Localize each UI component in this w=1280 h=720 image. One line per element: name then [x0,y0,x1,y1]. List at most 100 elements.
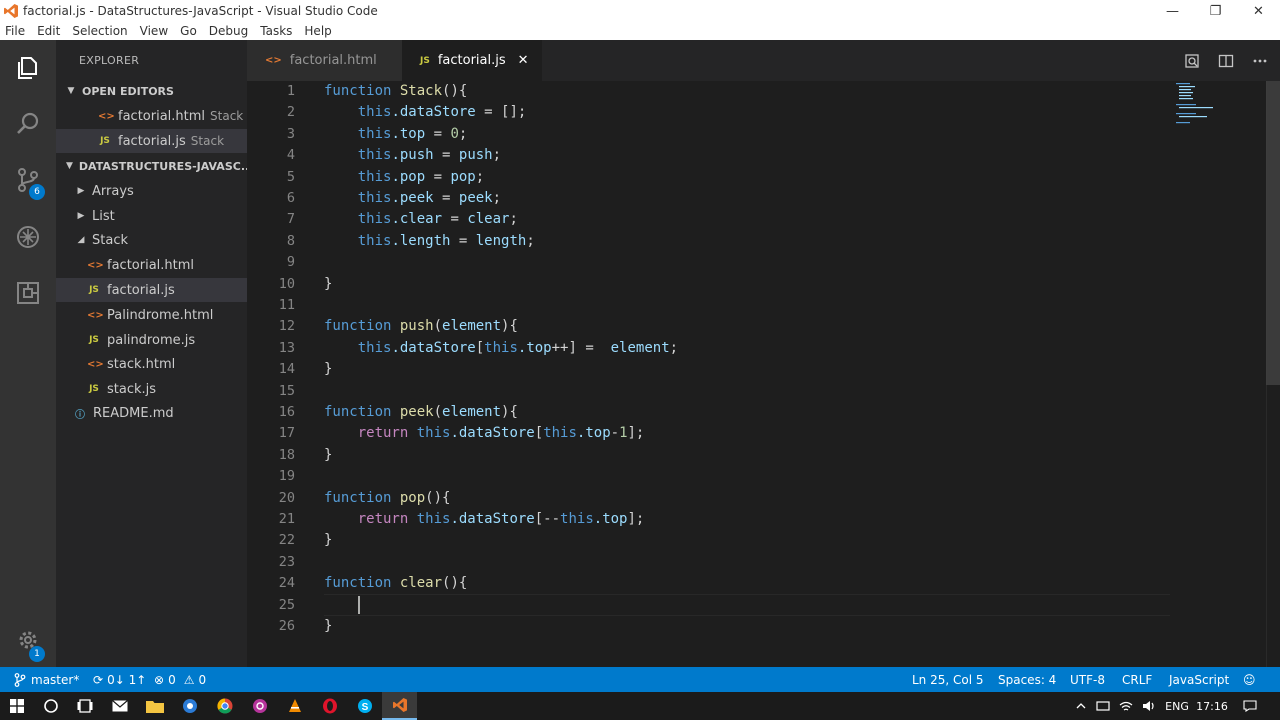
parameter: element [442,404,502,420]
search-activity[interactable] [0,100,56,148]
open-editor-name: factorial.html [118,108,206,124]
code-editor[interactable]: 1 function Stack(){ 2 this.dataStore = []… [247,81,1266,667]
property: .clear [391,211,443,228]
operator: = [442,211,468,228]
open-editors-section[interactable]: ▼ OPEN EDITORS [56,79,247,103]
extensions-activity[interactable] [0,269,56,317]
line-number: 2 [286,104,295,121]
scrollbar-thumb[interactable] [1266,81,1280,385]
language-status[interactable]: JavaScript [1169,667,1229,692]
operator: - [610,425,620,442]
cortana-icon[interactable] [34,692,68,720]
code-line: 21 return this.dataStore[--this.top]; [247,509,1266,530]
open-preview-icon[interactable] [1184,53,1200,69]
menu-help[interactable]: Help [298,24,337,38]
vlc-icon[interactable] [277,692,312,720]
tree-file-readme[interactable]: ⓘ README.md [56,401,247,425]
chrome-icon[interactable] [207,692,242,720]
debug-activity[interactable] [0,213,56,261]
workspace-section[interactable]: ▼ DATASTRUCTURES-JAVASC... [56,154,247,178]
menu-selection[interactable]: Selection [66,24,133,38]
menu-view[interactable]: View [134,24,174,38]
html-file-icon: <> [87,358,104,370]
tree-item-label: stack.js [107,381,157,397]
line-number: 15 [278,382,295,399]
line-number: 12 [278,318,295,335]
sync-status[interactable]: ⟳ 0↓ 1↑ [93,667,146,692]
restore-button[interactable]: ❐ [1194,0,1237,22]
property: .dataStore [450,511,535,527]
windows-start-icon[interactable] [0,692,34,720]
chevron-down-icon: ▼ [66,161,73,171]
file-explorer-icon[interactable] [137,692,172,720]
window-title: factorial.js - DataStructures-JavaScript… [23,4,378,18]
manage-activity[interactable]: 1 [0,616,56,664]
close-window-button[interactable]: ✕ [1237,0,1280,22]
more-actions-icon[interactable] [1252,53,1268,69]
minimap[interactable] [1174,81,1224,141]
keyword: function [324,404,392,420]
menu-file[interactable]: File [0,24,31,38]
tray-volume-icon[interactable] [1140,692,1158,720]
opera-icon[interactable] [312,692,347,720]
tree-folder-stack[interactable]: ◢ Stack [56,228,247,252]
open-editor-item-active[interactable]: JS factorial.js Stack [56,129,247,153]
tree-folder-list[interactable]: ▶ List [56,204,247,228]
cursor-position-status[interactable]: Ln 25, Col 5 [912,667,984,692]
indentation-status[interactable]: Spaces: 4 [998,667,1056,692]
tree-folder-arrays[interactable]: ▶ Arrays [56,179,247,203]
menu-go[interactable]: Go [174,24,203,38]
tree-file-palindrome-html[interactable]: <> Palindrome.html [56,303,247,327]
tray-chevron-up-icon[interactable] [1073,692,1089,720]
problems-status[interactable]: ⊗ 0 ⚠ 0 [154,667,206,692]
tree-file-palindrome-js[interactable]: JS palindrome.js [56,328,247,352]
info-file-icon: ⓘ [75,409,85,421]
encoding-status[interactable]: UTF-8 [1070,667,1105,692]
html-file-icon: <> [265,55,282,66]
source-control-activity[interactable]: 6 [0,156,56,204]
branch-status[interactable]: master* [14,667,79,692]
line-number: 10 [278,275,295,292]
line-number: 25 [278,596,295,613]
task-view-icon[interactable] [68,692,102,720]
menu-tasks[interactable]: Tasks [254,24,298,38]
tree-item-label: factorial.html [107,257,195,273]
files-icon [18,57,37,79]
property: .dataStore [450,425,535,442]
open-editor-item[interactable]: <> factorial.html Stack [56,104,247,128]
function-name: peek [399,404,434,420]
feedback-smiley-icon[interactable]: ☺ [1243,667,1256,692]
js-file-icon: JS [100,136,110,146]
tree-file-stack-js[interactable]: JS stack.js [56,377,247,401]
eol-status[interactable]: CRLF [1122,667,1152,692]
explorer-activity[interactable] [0,44,56,92]
code-line: 14} [247,359,1266,380]
open-editors-label: OPEN EDITORS [82,84,174,98]
line-number: 26 [278,618,295,634]
code-line: 19 [247,466,1266,487]
keyword: this [357,104,392,121]
minimize-button[interactable]: — [1151,0,1194,22]
media-player-icon[interactable] [172,692,207,720]
app-purple-icon[interactable] [242,692,277,720]
keyword: function [324,318,392,335]
close-tab-icon[interactable]: ✕ [518,53,529,68]
tray-clock[interactable]: 17:16 [1195,692,1229,720]
skype-icon[interactable]: S [347,692,382,720]
action-center-icon[interactable] [1238,692,1262,720]
tree-file-stack-html[interactable]: <> stack.html [56,352,247,376]
menu-edit[interactable]: Edit [31,24,66,38]
tree-file-factorial-html[interactable]: <> factorial.html [56,253,247,277]
menu-debug[interactable]: Debug [203,24,254,38]
tree-file-factorial-js[interactable]: JS factorial.js [56,278,247,302]
split-editor-icon[interactable] [1218,53,1234,69]
code-line: 3 this.top = 0; [247,124,1266,145]
mail-icon[interactable] [102,692,137,720]
chevron-right-icon: ▶ [77,186,85,196]
tab-factorial-js[interactable]: JS factorial.js ✕ [402,40,542,81]
tray-network-icon[interactable] [1094,692,1112,720]
tray-language[interactable]: ENG [1163,692,1191,720]
tab-factorial-html[interactable]: <> factorial.html [247,40,402,81]
tray-wifi-icon[interactable] [1117,692,1135,720]
vscode-taskbar-icon[interactable] [382,692,417,720]
